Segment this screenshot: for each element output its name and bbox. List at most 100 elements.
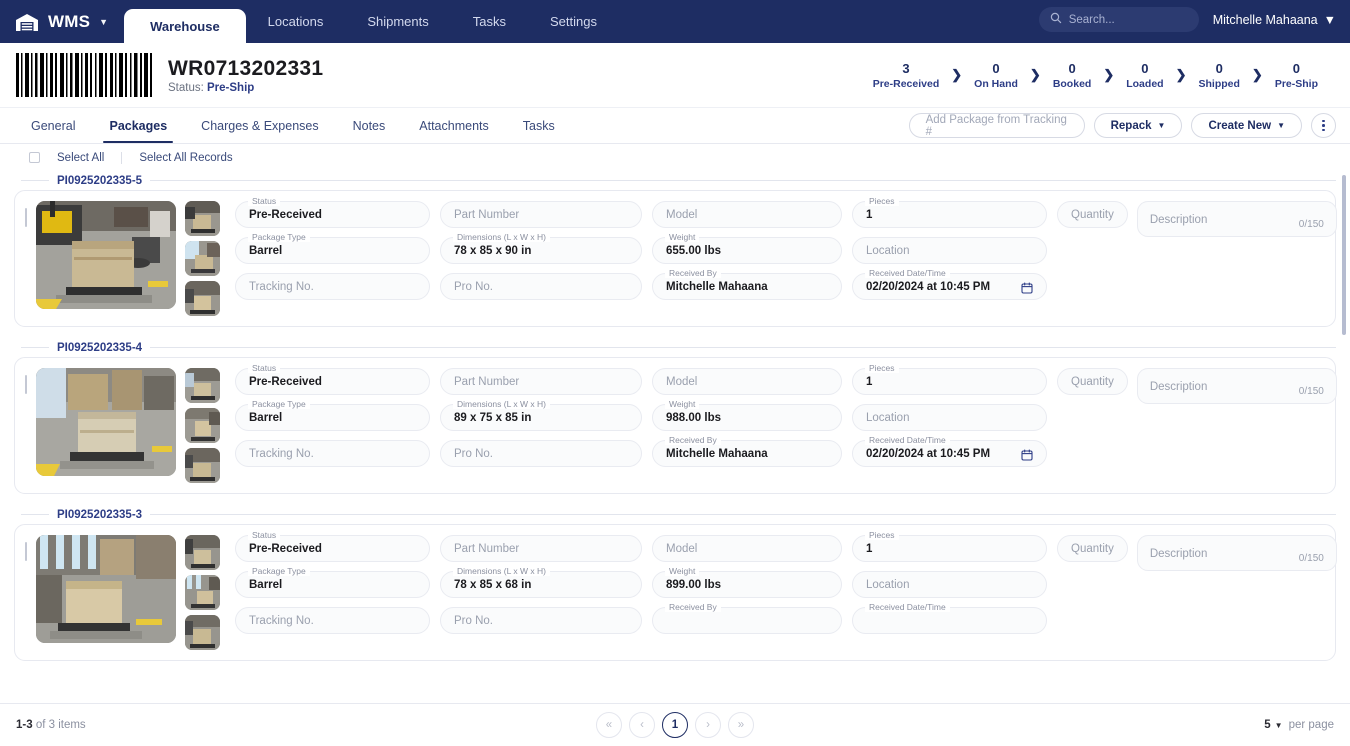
tab-packages[interactable]: Packages xyxy=(92,108,184,143)
calendar-icon[interactable] xyxy=(1021,281,1033,293)
pro-no-field[interactable]: Pro No. xyxy=(440,440,642,467)
prev-page-button[interactable]: ‹ xyxy=(629,712,655,738)
pieces-field[interactable]: Pieces 1 xyxy=(852,368,1047,395)
package-checkbox[interactable] xyxy=(25,208,27,227)
pieces-field[interactable]: Pieces 1 xyxy=(852,201,1047,228)
package-photo-main[interactable] xyxy=(36,368,176,476)
received-by-field[interactable]: Received By Mitchelle Mahaana xyxy=(652,273,842,300)
package-thumbnail[interactable] xyxy=(185,575,220,610)
search-input[interactable]: Search... xyxy=(1039,7,1199,32)
vertical-scrollbar[interactable] xyxy=(1342,175,1346,335)
tracking-no-field[interactable]: Tracking No. xyxy=(235,607,430,634)
nav-tab-settings[interactable]: Settings xyxy=(528,0,619,43)
nav-tab-locations[interactable]: Locations xyxy=(246,0,346,43)
tracking-no-field[interactable]: Tracking No. xyxy=(235,440,430,467)
dimensions-field[interactable]: Dimensions (L x W x H) 78 x 85 x 90 in xyxy=(440,237,642,264)
location-field[interactable]: Location xyxy=(852,571,1047,598)
package-legend: PI0925202335-4 xyxy=(14,338,1336,357)
select-all-checkbox[interactable] xyxy=(29,152,40,163)
repack-button[interactable]: Repack ▼ xyxy=(1094,113,1183,138)
package-group: PI0925202335-4 xyxy=(14,338,1336,494)
description-field[interactable]: Description 0/150 xyxy=(1137,368,1337,404)
package-photo-main[interactable] xyxy=(36,201,176,309)
add-package-from-tracking-input[interactable]: Add Package from Tracking # xyxy=(909,113,1085,138)
location-field[interactable]: Location xyxy=(852,404,1047,431)
field-label: Weight xyxy=(665,566,699,576)
chevron-down-icon: ▼ xyxy=(1277,121,1285,130)
received-by-field[interactable]: Received By xyxy=(652,607,842,634)
weight-field[interactable]: Weight 988.00 lbs xyxy=(652,404,842,431)
part-number-field[interactable]: Part Number xyxy=(440,368,642,395)
status-field[interactable]: Status Pre-Received xyxy=(235,535,430,562)
package-thumbnail[interactable] xyxy=(185,448,220,483)
package-checkbox[interactable] xyxy=(25,375,27,394)
package-type-field[interactable]: Package Type Barrel xyxy=(235,404,430,431)
tracking-no-field[interactable]: Tracking No. xyxy=(235,273,430,300)
pieces-field[interactable]: Pieces 1 xyxy=(852,535,1047,562)
pipeline-step-booked[interactable]: 0 Booked xyxy=(1041,60,1104,91)
description-field[interactable]: Description 0/150 xyxy=(1137,201,1337,237)
received-datetime-field[interactable]: Received Date/Time xyxy=(852,607,1047,634)
first-page-button[interactable]: « xyxy=(596,712,622,738)
nav-tab-shipments[interactable]: Shipments xyxy=(345,0,450,43)
dimensions-field[interactable]: Dimensions (L x W x H) 89 x 75 x 85 in xyxy=(440,404,642,431)
dimensions-field[interactable]: Dimensions (L x W x H) 78 x 85 x 68 in xyxy=(440,571,642,598)
package-type-field[interactable]: Package Type Barrel xyxy=(235,237,430,264)
package-checkbox[interactable] xyxy=(25,542,27,561)
user-menu[interactable]: Mitchelle Mahaana ▼ xyxy=(1213,13,1336,27)
pipeline-step-on-hand[interactable]: 0 On Hand xyxy=(962,60,1030,91)
tab-notes[interactable]: Notes xyxy=(336,108,403,143)
part-number-field[interactable]: Part Number xyxy=(440,201,642,228)
field-value: Mitchelle Mahaana xyxy=(666,281,768,293)
package-thumbnail[interactable] xyxy=(185,535,220,570)
received-by-field[interactable]: Received By Mitchelle Mahaana xyxy=(652,440,842,467)
package-photo-main[interactable] xyxy=(36,535,176,643)
quantity-field[interactable]: Quantity xyxy=(1057,201,1128,228)
pro-no-field[interactable]: Pro No. xyxy=(440,273,642,300)
package-thumbnail[interactable] xyxy=(185,368,220,403)
model-field[interactable]: Model xyxy=(652,201,842,228)
package-thumbnail[interactable] xyxy=(185,241,220,276)
package-thumbnail[interactable] xyxy=(185,408,220,443)
package-type-field[interactable]: Package Type Barrel xyxy=(235,571,430,598)
received-datetime-field[interactable]: Received Date/Time 02/20/2024 at 10:45 P… xyxy=(852,440,1047,467)
pipeline-step-loaded[interactable]: 0 Loaded xyxy=(1114,60,1175,91)
package-thumbnail[interactable] xyxy=(185,201,220,236)
pipeline-step-pre-ship[interactable]: 0 Pre-Ship xyxy=(1263,60,1330,91)
packages-scroll-area[interactable]: PI0925202335-5 xyxy=(0,171,1350,703)
package-thumbnail[interactable] xyxy=(185,615,220,650)
pipeline-step-shipped[interactable]: 0 Shipped xyxy=(1186,60,1251,91)
more-options-button[interactable] xyxy=(1311,113,1336,138)
last-page-button[interactable]: » xyxy=(728,712,754,738)
pro-no-field[interactable]: Pro No. xyxy=(440,607,642,634)
quantity-field[interactable]: Quantity xyxy=(1057,368,1128,395)
page-1-button[interactable]: 1 xyxy=(662,712,688,738)
tab-attachments[interactable]: Attachments xyxy=(402,108,505,143)
part-number-field[interactable]: Part Number xyxy=(440,535,642,562)
select-all-link[interactable]: Select All xyxy=(50,152,111,164)
brand-logo[interactable]: WMS ▼ xyxy=(0,0,124,43)
weight-field[interactable]: Weight 899.00 lbs xyxy=(652,571,842,598)
model-field[interactable]: Model xyxy=(652,535,842,562)
location-field[interactable]: Location xyxy=(852,237,1047,264)
nav-tab-tasks[interactable]: Tasks xyxy=(451,0,528,43)
tab-charges-expenses[interactable]: Charges & Expenses xyxy=(184,108,335,143)
package-thumbnail[interactable] xyxy=(185,281,220,316)
select-all-records-link[interactable]: Select All Records xyxy=(132,152,239,164)
nav-tab-warehouse[interactable]: Warehouse xyxy=(124,9,246,43)
description-field[interactable]: Description 0/150 xyxy=(1137,535,1337,571)
quantity-field[interactable]: Quantity xyxy=(1057,535,1128,562)
pipeline-step-pre-received[interactable]: 3 Pre-Received xyxy=(861,60,952,91)
model-field[interactable]: Model xyxy=(652,368,842,395)
package-group: PI0925202335-3 xyxy=(14,505,1336,661)
calendar-icon[interactable] xyxy=(1021,448,1033,460)
status-field[interactable]: Status Pre-Received xyxy=(235,368,430,395)
status-field[interactable]: Status Pre-Received xyxy=(235,201,430,228)
next-page-button[interactable]: › xyxy=(695,712,721,738)
weight-field[interactable]: Weight 655.00 lbs xyxy=(652,237,842,264)
tab-tasks[interactable]: Tasks xyxy=(506,108,572,143)
create-new-button[interactable]: Create New ▼ xyxy=(1191,113,1302,138)
tab-general[interactable]: General xyxy=(14,108,92,143)
received-datetime-field[interactable]: Received Date/Time 02/20/2024 at 10:45 P… xyxy=(852,273,1047,300)
per-page-select[interactable]: 5 ▼ xyxy=(1264,719,1282,731)
